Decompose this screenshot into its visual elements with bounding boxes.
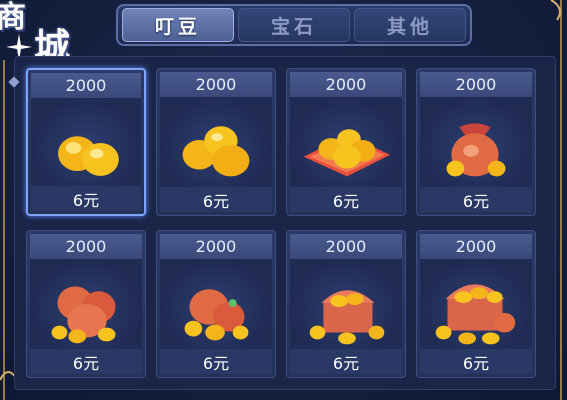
item-price: 6元 bbox=[160, 187, 272, 212]
item-price: 6元 bbox=[30, 349, 142, 374]
item-amount: 2000 bbox=[420, 234, 532, 259]
tab-gems[interactable]: 宝石 bbox=[238, 8, 350, 42]
title-char-1: 商 bbox=[0, 0, 26, 35]
shop-item-8[interactable]: 2000 6元 bbox=[416, 230, 536, 378]
item-amount: 2000 bbox=[160, 72, 272, 97]
item-amount: 2000 bbox=[290, 72, 402, 97]
category-tabs: 叮豆 宝石 其他 bbox=[116, 4, 472, 46]
gold-beans-pair-icon bbox=[31, 98, 141, 190]
shop-item-6[interactable]: 2000 6元 bbox=[156, 230, 276, 378]
item-price: 6元 bbox=[290, 187, 402, 212]
shop-item-3[interactable]: 2000 6元 bbox=[286, 68, 406, 216]
gold-beans-on-cloth-icon bbox=[290, 97, 402, 189]
item-amount: 2000 bbox=[160, 234, 272, 259]
treasure-chest-icon bbox=[290, 259, 402, 351]
item-amount: 2000 bbox=[31, 73, 141, 98]
tab-dingdou[interactable]: 叮豆 bbox=[122, 8, 234, 42]
money-bags-pile-icon bbox=[30, 259, 142, 351]
tab-other[interactable]: 其他 bbox=[354, 8, 466, 42]
item-price: 6元 bbox=[31, 186, 141, 211]
shop-item-2[interactable]: 2000 6元 bbox=[156, 68, 276, 216]
item-amount: 2000 bbox=[30, 234, 142, 259]
item-grid: 2000 6元 2000 6元 2000 6元 2000 6元 2000 6元 … bbox=[26, 68, 540, 384]
item-price: 6元 bbox=[290, 349, 402, 374]
item-price: 6元 bbox=[160, 349, 272, 374]
gold-beans-trio-icon bbox=[160, 97, 272, 189]
item-price: 6元 bbox=[420, 349, 532, 374]
shop-item-4[interactable]: 2000 6元 bbox=[416, 68, 536, 216]
money-pouch-icon bbox=[420, 97, 532, 189]
item-price: 6元 bbox=[420, 187, 532, 212]
shop-item-5[interactable]: 2000 6元 bbox=[26, 230, 146, 378]
shop-item-7[interactable]: 2000 6元 bbox=[286, 230, 406, 378]
shop-item-1[interactable]: 2000 6元 bbox=[26, 68, 146, 216]
item-amount: 2000 bbox=[290, 234, 402, 259]
item-amount: 2000 bbox=[420, 72, 532, 97]
treasure-chest-large-icon bbox=[420, 259, 532, 351]
treasure-pouch-icon bbox=[160, 259, 272, 351]
